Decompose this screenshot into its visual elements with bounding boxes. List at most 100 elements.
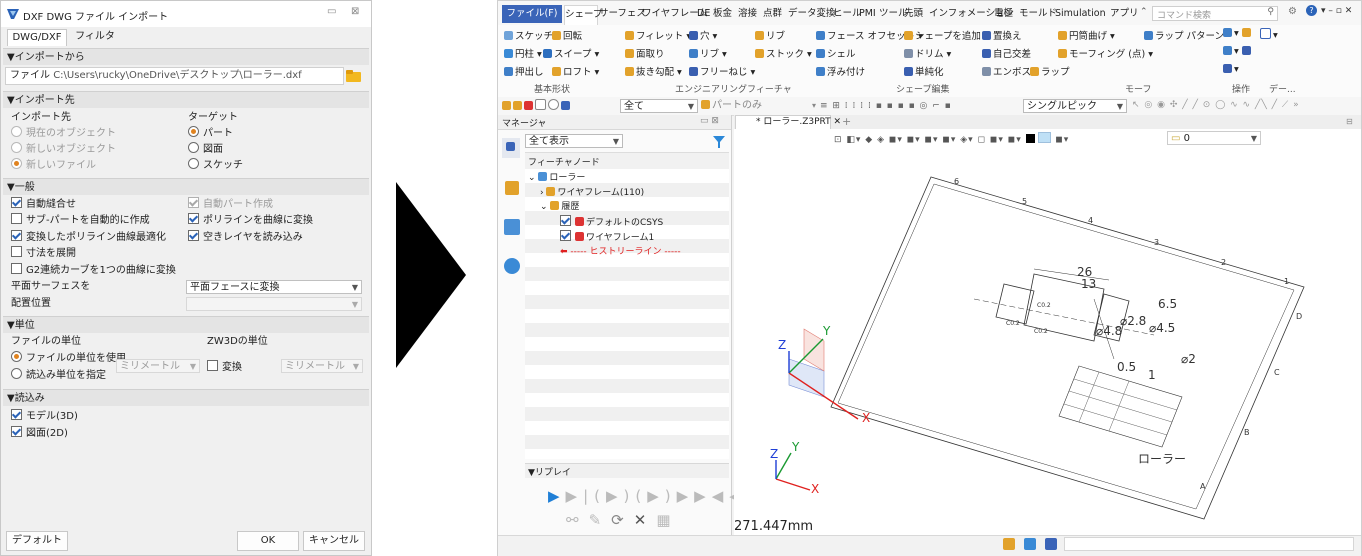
show-all-select[interactable]: 全て表示 ▼ bbox=[525, 134, 623, 148]
cmd-replace[interactable]: 置換え bbox=[982, 28, 1022, 42]
filter-funnel-icon[interactable] bbox=[712, 135, 726, 149]
replay-tools[interactable]: ⚯✎⟳✕▦ bbox=[566, 511, 681, 529]
cmd-rib[interactable]: リブ bbox=[755, 28, 785, 42]
auto-stitch-checkbox[interactable]: 自動縫合せ bbox=[11, 197, 76, 212]
command-search-input[interactable]: コマンド検索 ⚲ bbox=[1152, 6, 1278, 21]
doc-tab-roller[interactable]: * ローラー.Z3PRT ✕ bbox=[735, 115, 841, 129]
help-icon[interactable]: ? bbox=[1306, 5, 1317, 16]
play-icon[interactable]: ▶ bbox=[548, 487, 566, 505]
cmd-cylinder-bend[interactable]: 円筒曲げ ▾ bbox=[1058, 28, 1115, 42]
pencil-icon[interactable]: ✎ bbox=[589, 511, 612, 529]
part-only-select[interactable]: パートのみ ▾ bbox=[701, 99, 816, 113]
cmd-loft[interactable]: ロフト ▾ bbox=[552, 64, 599, 78]
window-controls-icon[interactable]: ▾ – ▫ ✕ bbox=[1321, 6, 1352, 16]
cmd-fillet[interactable]: フィレット ▾ bbox=[625, 28, 691, 42]
skip-all-icon[interactable]: (▶) bbox=[635, 487, 676, 505]
expand-dims-checkbox[interactable]: 寸法を展開 bbox=[11, 246, 76, 261]
tab-filter[interactable]: フィルタ bbox=[71, 29, 119, 45]
close-icon[interactable]: ⊠ bbox=[351, 6, 359, 17]
step-forward-icon[interactable]: ▶| bbox=[566, 487, 595, 505]
tree-node-history[interactable]: ⌄ 履歴 bbox=[540, 200, 579, 214]
cmd-op-1[interactable]: ▾ bbox=[1223, 28, 1253, 39]
dest-new-file[interactable]: 新しいファイル bbox=[11, 158, 96, 173]
section-import-from[interactable]: ▼インポートから bbox=[3, 48, 369, 65]
cmd-draft[interactable]: 抜き勾配 ▾ bbox=[625, 64, 682, 78]
tab-dwg-dxf[interactable]: DWG/DXF bbox=[7, 29, 67, 46]
menu-head[interactable]: 先頭 bbox=[904, 5, 923, 23]
cmd-wrap-pattern[interactable]: ラップ パターン bbox=[1144, 28, 1224, 42]
cmd-add-shape[interactable]: シェープを追加 ▾ bbox=[904, 28, 989, 42]
status-icon-2[interactable] bbox=[1024, 538, 1036, 550]
cmd-morph-point[interactable]: モーフィング (点) ▾ bbox=[1058, 46, 1153, 60]
ok-button[interactable]: OK bbox=[237, 531, 299, 551]
cmd-rib-2[interactable]: リブ ▾ bbox=[689, 46, 727, 60]
section-units[interactable]: ▼単位 bbox=[3, 316, 369, 333]
cmd-trim[interactable]: ドリム ▾ bbox=[904, 46, 951, 60]
cmd-self-intersect[interactable]: 自己交差 bbox=[982, 46, 1031, 60]
convert-checkbox[interactable]: 変換 bbox=[207, 360, 242, 375]
menu-weld[interactable]: 溶接 bbox=[738, 5, 757, 23]
menu-pmi[interactable]: PMI bbox=[859, 5, 876, 23]
cancel-button[interactable]: キャンセル bbox=[303, 531, 365, 551]
section-read[interactable]: ▼読込み bbox=[3, 389, 369, 406]
cmd-free-thread[interactable]: フリーねじ ▾ bbox=[689, 64, 755, 78]
read-model-3d-checkbox[interactable]: モデル(3D) bbox=[11, 409, 78, 424]
cmd-cylinder[interactable]: 円柱 ▾ bbox=[504, 46, 542, 60]
target-part[interactable]: パート bbox=[188, 126, 233, 141]
cmd-shell[interactable]: シェル bbox=[816, 46, 856, 60]
cmd-data-1[interactable]: ▾ bbox=[1260, 28, 1278, 41]
cmd-op-2[interactable]: ▾ bbox=[1223, 46, 1253, 57]
menu-electrode[interactable]: 電極 bbox=[994, 5, 1013, 23]
link-icon[interactable]: ⚯ bbox=[566, 511, 589, 529]
cmd-simplify[interactable]: 単純化 bbox=[904, 64, 944, 78]
toolbar-icons-right[interactable]: ↖ ◎ ◉ ✣ ╱ ╱ ⊙ ◯ ∿ ∿ ╱╲ ╱ ⟋ » bbox=[1132, 100, 1300, 110]
menu-de[interactable]: DE bbox=[697, 5, 710, 23]
cmd-chamfer[interactable]: 面取り bbox=[625, 46, 665, 60]
cmd-revolve[interactable]: 回転 bbox=[552, 28, 582, 42]
file-path-field[interactable]: ファイル C:\Users\rucky\OneDrive\デスクトップ\ローラー… bbox=[5, 67, 344, 85]
add-tab-icon[interactable]: + bbox=[842, 115, 851, 128]
close-icon[interactable]: ✕ bbox=[834, 117, 842, 127]
section-import-to[interactable]: ▼インポート先 bbox=[3, 91, 369, 108]
cmd-stock[interactable]: ストック ▾ bbox=[755, 46, 812, 60]
pin-icon[interactable]: ▭ bbox=[327, 6, 336, 17]
menu-data-convert[interactable]: データ変換 bbox=[788, 5, 836, 23]
optimize-polyline-checkbox[interactable]: 変換したポリライン曲線最適化 bbox=[11, 230, 166, 245]
placement-select[interactable]: ▼ bbox=[186, 297, 362, 311]
view-manager-tab[interactable] bbox=[504, 219, 520, 235]
menu-shape[interactable]: シェープ bbox=[564, 5, 602, 25]
auto-subpart-checkbox[interactable]: サブ-パートを自動的に作成 bbox=[11, 213, 150, 228]
plane-face-select[interactable]: 平面フェースに変換 ▼ bbox=[186, 280, 362, 294]
replay-controls[interactable]: ▶▶|(▶)(▶)▶▶◀◀ bbox=[548, 487, 747, 505]
g2-curve-checkbox[interactable]: G2連続カーブを1つの曲線に変換 bbox=[11, 263, 176, 278]
read-drawing-2d-checkbox[interactable]: 図面(2D) bbox=[11, 426, 68, 441]
cmd-hole[interactable]: 穴 ▾ bbox=[689, 28, 717, 42]
menu-simulation[interactable]: Simulation bbox=[1055, 5, 1106, 23]
auto-part-checkbox[interactable]: 自動パート作成 bbox=[188, 197, 273, 212]
status-icon-3[interactable] bbox=[1045, 538, 1057, 550]
tree-node-wireframe1[interactable]: ワイヤフレーム1 bbox=[560, 230, 654, 245]
cmd-extrude[interactable]: 押出し bbox=[504, 64, 544, 78]
empty-layers-checkbox[interactable]: 空きレイヤを読み込み bbox=[188, 230, 303, 245]
section-general[interactable]: ▼一般 bbox=[3, 178, 369, 195]
cmd-wrap[interactable]: ラップ bbox=[1030, 64, 1070, 78]
file-menu[interactable]: ファイル(F) bbox=[502, 5, 562, 23]
pin-icon[interactable]: ▭ ⊠ bbox=[700, 116, 719, 126]
refresh-icon[interactable]: ⟳ bbox=[611, 511, 634, 529]
folder-icon[interactable] bbox=[345, 68, 363, 84]
filter-all-select[interactable]: 全て ▼ bbox=[620, 99, 698, 113]
menu-point-cloud[interactable]: 点群 bbox=[763, 5, 782, 23]
target-drawing[interactable]: 図面 bbox=[188, 142, 223, 157]
dest-current-object[interactable]: 現在のオブジェクト bbox=[11, 126, 116, 141]
zw3d-unit-select[interactable]: ミリメートル ▼ bbox=[281, 359, 363, 373]
tree-node-default-csys[interactable]: デフォルトのCSYS bbox=[560, 215, 663, 230]
cmd-sweep[interactable]: スイープ ▾ bbox=[543, 46, 599, 60]
assembly-manager-tab[interactable] bbox=[505, 181, 519, 195]
target-sketch[interactable]: スケッチ bbox=[188, 158, 243, 173]
collapse-ribbon-icon[interactable]: ⌃ bbox=[1140, 7, 1148, 17]
menu-heal[interactable]: ヒール bbox=[833, 5, 862, 23]
dest-new-object[interactable]: 新しいオブジェクト bbox=[11, 142, 116, 157]
replay-header-bar[interactable]: ▼リプレイ bbox=[525, 463, 729, 478]
menu-sheet-metal[interactable]: 板金 bbox=[713, 5, 732, 23]
menu-mold[interactable]: モールド bbox=[1019, 5, 1057, 23]
